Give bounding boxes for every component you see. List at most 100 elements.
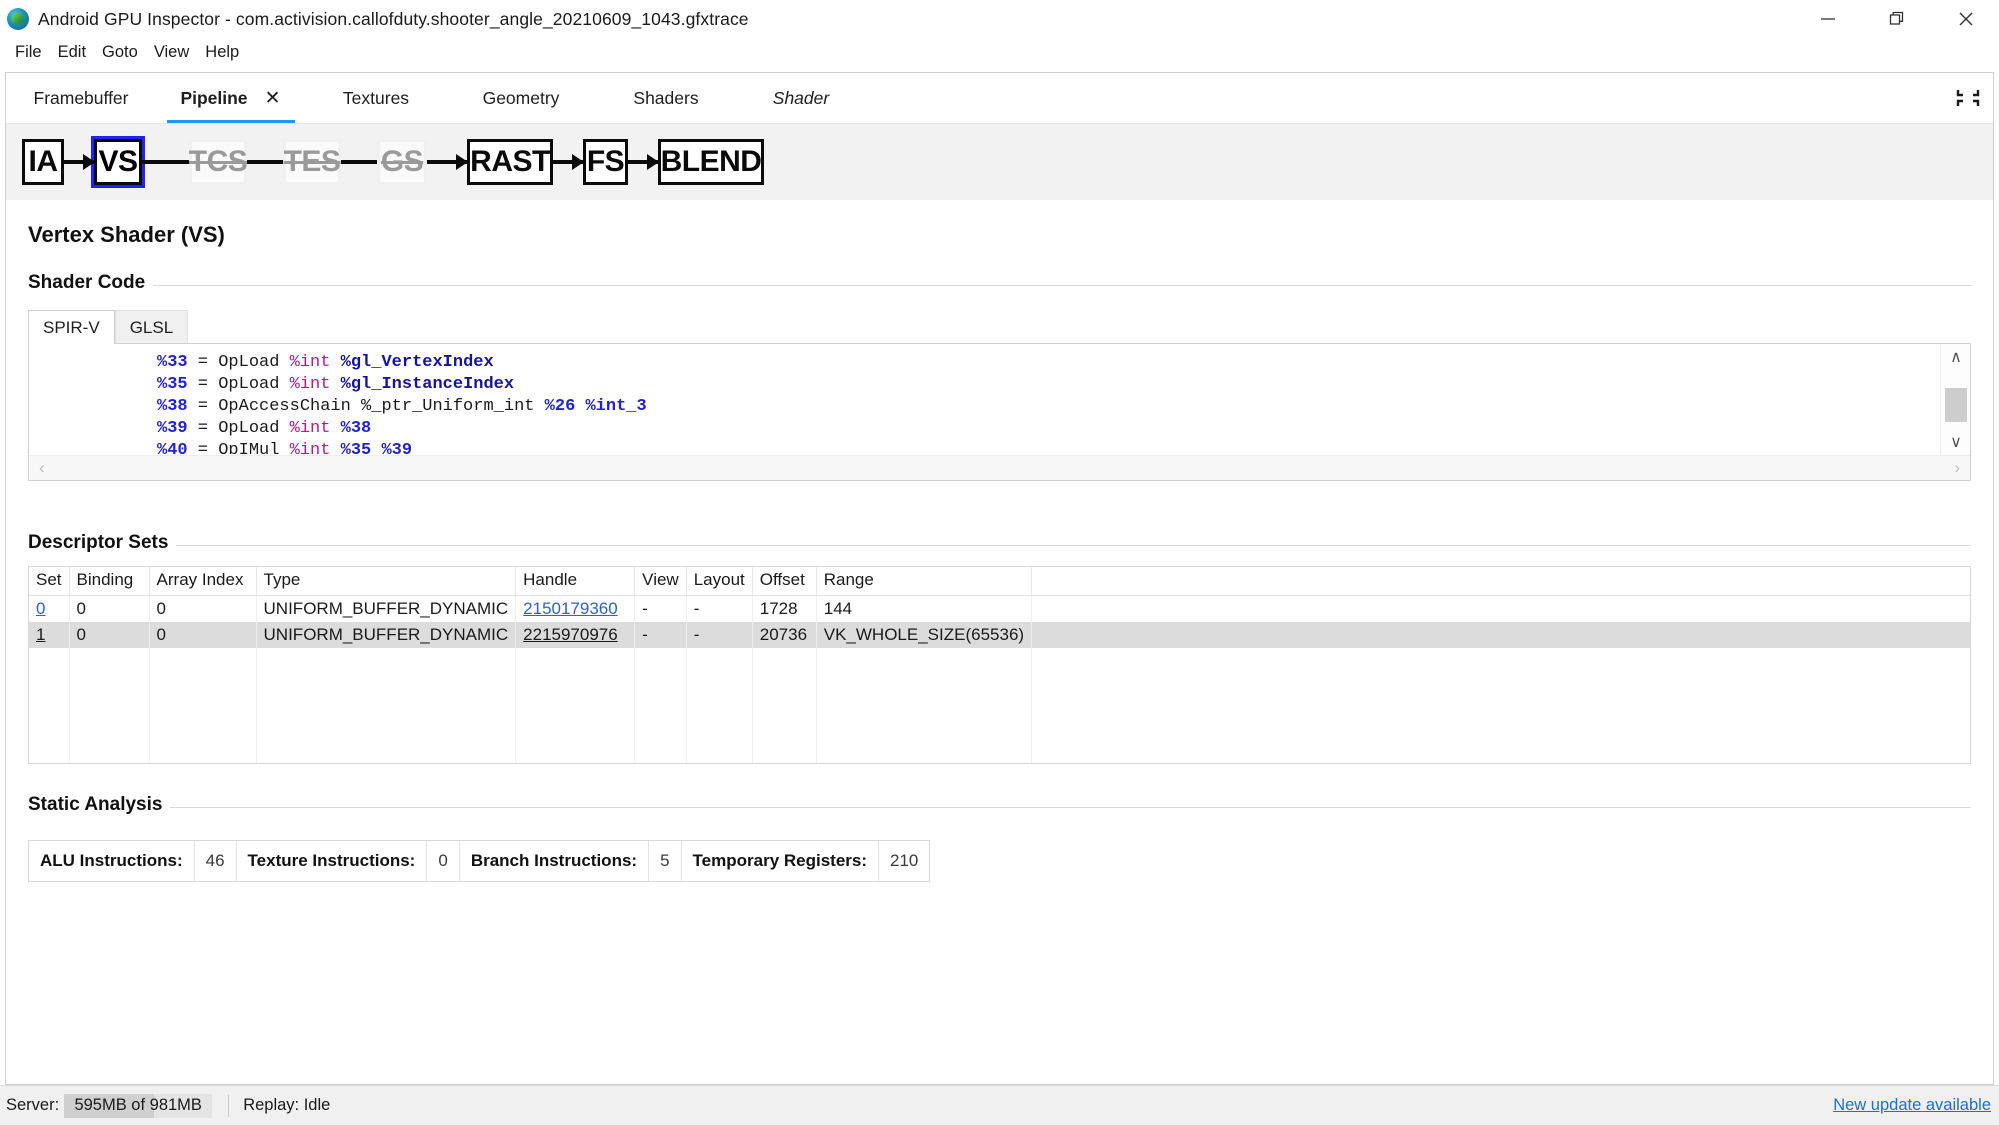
pipeline-stage-blend[interactable]: BLEND — [658, 139, 764, 185]
col-view[interactable]: View — [634, 567, 687, 596]
col-offset[interactable]: Offset — [752, 567, 817, 596]
scroll-down-icon[interactable]: ∨ — [1941, 429, 1971, 455]
code-line-2-body: = OpAccessChain %_ptr_Uniform_int — [187, 397, 545, 416]
cell-array-index: 0 — [149, 622, 257, 648]
window-restore-button[interactable] — [1868, 0, 1926, 38]
tab-shader[interactable]: Shader — [736, 73, 866, 123]
cell-type: UNIFORM_BUFFER_DYNAMIC — [256, 595, 517, 622]
col-set[interactable]: Set — [29, 567, 70, 596]
shader-code-section: Shader Code SPIR-V GLSL %33 = OpLoad %in… — [28, 272, 1971, 481]
table-row[interactable]: 0 0 0 UNIFORM_BUFFER_DYNAMIC 2150179360 … — [29, 595, 1970, 622]
scroll-right-icon[interactable]: › — [1954, 458, 1960, 478]
menu-bar: File Edit Goto View Help — [0, 38, 1999, 66]
code-line: %35 = OpLoad %int %gl_InstanceIndex — [39, 374, 1939, 396]
col-spacer — [1031, 567, 1970, 596]
tab-pipeline-label: Pipeline — [180, 87, 248, 108]
tab-geometry[interactable]: Geometry — [446, 73, 596, 123]
scroll-left-icon[interactable]: ‹ — [39, 458, 45, 478]
pipeline-stage-tes[interactable]: TES — [283, 139, 341, 185]
cell-array-index: 0 — [149, 595, 257, 622]
descriptor-sets-rule — [28, 545, 1971, 546]
pipeline-stage-vs-label: VS — [98, 145, 138, 178]
shader-code-body: %33 = OpLoad %int %gl_VertexIndex %35 = … — [28, 343, 1971, 481]
status-bar: Server: 595MB of 981MB Replay: Idle New … — [0, 1085, 1999, 1125]
menu-edit[interactable]: Edit — [50, 41, 94, 64]
shader-code-text[interactable]: %33 = OpLoad %int %gl_VertexIndex %35 = … — [39, 352, 1939, 454]
window-close-button[interactable] — [1937, 0, 1995, 38]
code-line-4-body: = OpIMul — [187, 441, 290, 454]
col-handle[interactable]: Handle — [515, 567, 636, 596]
code-vertical-scrollbar[interactable]: ∧ ∨ — [1940, 344, 1970, 455]
pipeline-stage-gs[interactable]: GS — [377, 139, 427, 185]
tab-spirv[interactable]: SPIR-V — [28, 310, 115, 344]
menu-help[interactable]: Help — [197, 41, 247, 64]
col-array-index[interactable]: Array Index — [149, 567, 257, 596]
pipeline-stage-rast-label: RAST — [470, 145, 550, 178]
window-minimize-button[interactable] — [1799, 0, 1857, 38]
scrollbar-thumb[interactable] — [1945, 388, 1967, 422]
fit-to-window-icon — [1956, 90, 1980, 106]
pipeline-arrow-4 — [341, 160, 377, 164]
cell-offset: 20736 — [752, 622, 817, 648]
tab-close-icon[interactable]: ✕ — [264, 89, 282, 108]
tab-shaders-label: Shaders — [633, 87, 699, 108]
code-line-1-operands: %gl_InstanceIndex — [330, 375, 515, 394]
code-horizontal-scrollbar[interactable]: ‹ › — [29, 455, 1970, 480]
tab-glsl[interactable]: GLSL — [114, 310, 189, 344]
tab-pipeline[interactable]: Pipeline ✕ — [156, 73, 306, 123]
static-analysis-label: Static Analysis — [28, 794, 171, 816]
col-layout[interactable]: Layout — [686, 567, 753, 596]
menu-goto[interactable]: Goto — [94, 41, 146, 64]
descriptor-set-link[interactable]: 1 — [36, 625, 45, 644]
pipeline-stage-ia[interactable]: IA — [22, 139, 64, 185]
code-line-0-id: %33 — [157, 353, 188, 372]
code-line: %33 = OpLoad %int %gl_VertexIndex — [39, 352, 1939, 374]
static-analysis-header: Static Analysis — [28, 794, 1971, 820]
pipeline-stage-gs-label: GS — [380, 145, 424, 178]
cell-range: VK_WHOLE_SIZE(65536) — [816, 622, 1033, 648]
pipeline-stage-tcs-label: TCS — [188, 145, 248, 178]
new-update-link[interactable]: New update available — [1833, 1096, 1991, 1115]
tab-framebuffer[interactable]: Framebuffer — [6, 73, 156, 123]
tab-strip: Framebuffer Pipeline ✕ Textures Geometry… — [6, 73, 1993, 124]
pipeline-arrow-1 — [64, 154, 95, 170]
pipeline-arrow-3 — [247, 160, 283, 164]
menu-view[interactable]: View — [146, 41, 197, 64]
code-line-1-body: = OpLoad — [187, 375, 290, 394]
table-empty-row — [29, 700, 1970, 726]
scroll-up-icon[interactable]: ∧ — [1941, 344, 1971, 370]
tab-shaders[interactable]: Shaders — [596, 73, 736, 123]
shader-code-tabs: SPIR-V GLSL — [28, 310, 1971, 344]
metric-registers-label: Temporary Registers: — [682, 841, 880, 881]
cell-layout: - — [686, 622, 753, 648]
pipeline-stage-fs-label: FS — [586, 145, 625, 178]
descriptor-handle-link[interactable]: 2150179360 — [523, 599, 618, 618]
tab-textures[interactable]: Textures — [306, 73, 446, 123]
title-bar: Android GPU Inspector - com.activision.c… — [0, 0, 1999, 38]
col-binding[interactable]: Binding — [69, 567, 150, 596]
shader-code-label: Shader Code — [28, 272, 154, 294]
table-row[interactable]: 1 0 0 UNIFORM_BUFFER_DYNAMIC 2215970976 … — [29, 622, 1970, 648]
cell-type: UNIFORM_BUFFER_DYNAMIC — [256, 622, 517, 648]
col-type[interactable]: Type — [256, 567, 517, 596]
pipeline-stage-vs[interactable]: VS — [91, 136, 145, 188]
pipeline-stage-tcs[interactable]: TCS — [188, 139, 248, 185]
descriptor-handle-link[interactable]: 2215970976 — [523, 625, 618, 644]
descriptor-set-link[interactable]: 0 — [36, 599, 45, 618]
memory-usage-bar[interactable]: 595MB of 981MB — [64, 1093, 213, 1118]
pipeline-stage-rast[interactable]: RAST — [467, 139, 553, 185]
col-range[interactable]: Range — [816, 567, 1033, 596]
tab-shader-label: Shader — [772, 87, 830, 108]
code-line-2-operands: %26 %int_3 — [544, 397, 647, 416]
table-empty-row — [29, 752, 1970, 763]
table-empty-row — [29, 648, 1970, 674]
code-line-3-type: %int — [289, 419, 331, 438]
pipeline-stage-bar: IA VS TCS TES GS RAST FS BLEND — [6, 124, 1993, 200]
restore-icon — [1889, 11, 1904, 25]
code-line-3-body: = OpLoad — [187, 419, 290, 438]
pipeline-stage-fs[interactable]: FS — [583, 139, 628, 185]
code-line-0-operands: %gl_VertexIndex — [330, 353, 494, 372]
fit-to-window-button[interactable] — [1951, 81, 1985, 115]
menu-file[interactable]: File — [7, 41, 50, 64]
cell-view: - — [634, 595, 687, 622]
